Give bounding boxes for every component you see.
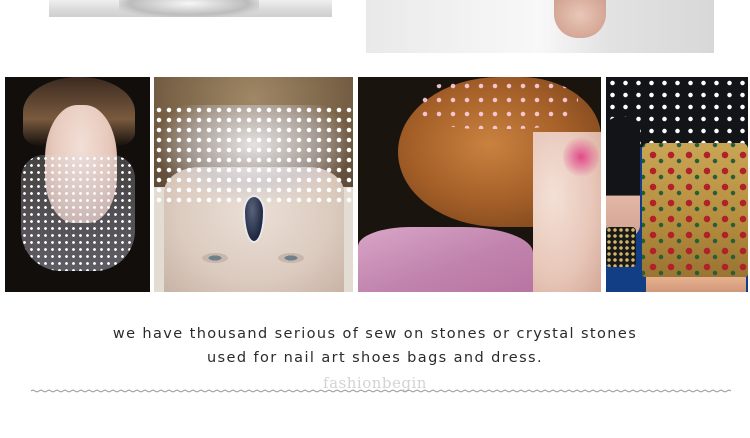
left-eye — [202, 253, 228, 263]
headpiece-ornament — [154, 105, 353, 205]
pink-makeup — [563, 137, 599, 177]
photo-jeweled-skirt — [606, 77, 748, 292]
embellished-handbag — [606, 227, 636, 267]
hand-figure — [554, 0, 606, 38]
right-eye — [278, 253, 304, 263]
pink-embellished-collar — [358, 227, 533, 292]
arm-shape — [606, 117, 640, 237]
legs-shape — [646, 277, 746, 292]
caption-line-2: used for nail art shoes bags and dress. — [206, 350, 544, 366]
wavy-divider — [31, 389, 731, 393]
crystal-veil — [21, 155, 135, 271]
photo-jeweled-face-veil — [5, 77, 150, 292]
caption-line-1: we have thousand serious of sew on stone… — [112, 326, 638, 342]
product-photo-top-right — [366, 0, 714, 53]
floral-hair-pins — [418, 79, 578, 129]
photo-hair-pins — [358, 77, 601, 292]
divider-wave-path — [31, 389, 731, 393]
jeweled-gold-skirt — [642, 143, 748, 277]
photo-crystal-headpiece — [154, 77, 353, 292]
product-photo-top-left — [49, 0, 332, 17]
